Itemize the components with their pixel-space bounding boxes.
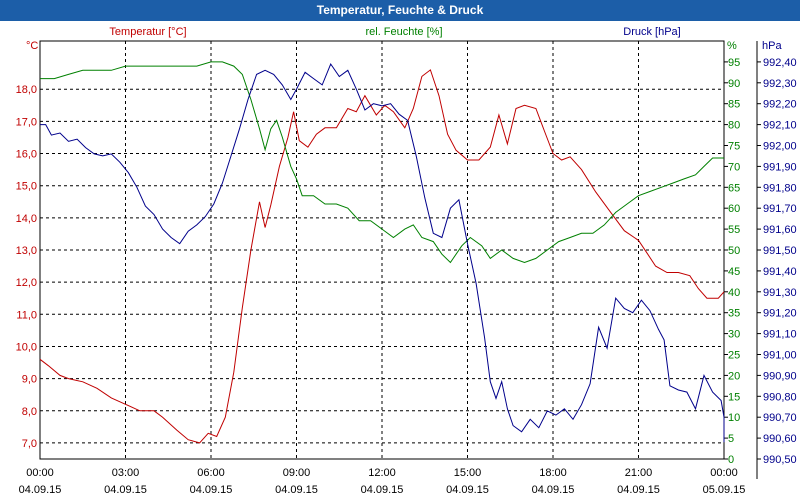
x-tick-time: 15:00 <box>454 467 482 479</box>
hum-tick-label: 30 <box>728 329 740 341</box>
temp-tick-label: 12,0 <box>16 277 37 289</box>
press-tick-label: 990,70 <box>763 412 797 424</box>
hum-tick-label: 0 <box>728 454 734 466</box>
x-tick-date: 04.09.15 <box>446 484 489 496</box>
x-tick-time: 00:00 <box>710 467 738 479</box>
temp-tick-label: 13,0 <box>16 245 37 257</box>
press-tick-label: 992,00 <box>763 141 797 153</box>
hum-tick-label: 20 <box>728 370 740 382</box>
hum-tick-label: 5 <box>728 433 734 445</box>
x-tick-date: 04.09.15 <box>104 484 147 496</box>
x-tick-time: 00:00 <box>26 467 54 479</box>
hum-tick-label: 15 <box>728 391 740 403</box>
press-tick-label: 991,90 <box>763 161 797 173</box>
press-tick-label: 991,30 <box>763 287 797 299</box>
x-tick-date: 04.09.15 <box>532 484 575 496</box>
x-tick-date: 04.09.15 <box>190 484 233 496</box>
x-tick-date: 04.09.15 <box>275 484 318 496</box>
hum-tick-label: 50 <box>728 245 740 257</box>
temp-tick-label: 8,0 <box>22 406 37 418</box>
hum-tick-label: 40 <box>728 287 740 299</box>
hum-tick-label: 70 <box>728 161 740 173</box>
press-tick-label: 991,10 <box>763 329 797 341</box>
temp-tick-label: 14,0 <box>16 213 37 225</box>
press-tick-label: 991,60 <box>763 224 797 236</box>
hum-tick-label: 10 <box>728 412 740 424</box>
hum-tick-label: 35 <box>728 308 740 320</box>
temp-tick-label: 17,0 <box>16 116 37 128</box>
hum-tick-label: 90 <box>728 78 740 90</box>
x-tick-date: 05.09.15 <box>703 484 746 496</box>
temp-tick-label: 18,0 <box>16 84 37 96</box>
press-tick-label: 991,70 <box>763 203 797 215</box>
window-title: Temperatur, Feuchte & Druck <box>0 0 800 21</box>
press-tick-label: 990,80 <box>763 391 797 403</box>
temp-tick-label: 10,0 <box>16 341 37 353</box>
temp-tick-label: 11,0 <box>16 309 37 321</box>
x-tick-time: 12:00 <box>368 467 396 479</box>
press-tick-label: 991,40 <box>763 266 797 278</box>
x-tick-time: 18:00 <box>539 467 567 479</box>
press-tick-label: 990,60 <box>763 433 797 445</box>
hum-tick-label: 85 <box>728 99 740 111</box>
hum-tick-label: 60 <box>728 203 740 215</box>
press-tick-label: 991,20 <box>763 308 797 320</box>
hum-tick-label: 55 <box>728 224 740 236</box>
hum-unit: % <box>727 40 737 52</box>
press-axis-label: Druck [hPa] <box>623 26 680 38</box>
temp-tick-label: 15,0 <box>16 181 37 193</box>
press-tick-label: 992,40 <box>763 57 797 69</box>
hum-tick-label: 25 <box>728 350 740 362</box>
hum-axis-label: rel. Feuchte [%] <box>365 26 442 38</box>
press-tick-label: 990,50 <box>763 454 797 466</box>
press-tick-label: 991,50 <box>763 245 797 257</box>
temp-unit: °C <box>26 40 38 52</box>
chart: Temperatur [°C] rel. Feuchte [%] Druck [… <box>16 26 797 496</box>
press-tick-label: 992,20 <box>763 99 797 111</box>
temp-axis-label: Temperatur [°C] <box>109 26 186 38</box>
hum-tick-label: 75 <box>728 141 740 153</box>
x-tick-date: 04.09.15 <box>617 484 660 496</box>
hum-tick-label: 95 <box>728 57 740 69</box>
press-tick-label: 991,80 <box>763 182 797 194</box>
hum-tick-label: 80 <box>728 120 740 132</box>
x-tick-date: 04.09.15 <box>19 484 62 496</box>
press-tick-label: 992,30 <box>763 78 797 90</box>
press-tick-label: 992,10 <box>763 120 797 132</box>
x-tick-time: 09:00 <box>283 467 311 479</box>
hum-tick-label: 65 <box>728 182 740 194</box>
temp-tick-label: 9,0 <box>22 374 37 386</box>
press-tick-label: 990,90 <box>763 370 797 382</box>
press-unit: hPa <box>762 40 782 52</box>
x-tick-date: 04.09.15 <box>361 484 404 496</box>
hum-tick-label: 45 <box>728 266 740 278</box>
temp-tick-label: 16,0 <box>16 149 37 161</box>
press-tick-label: 991,00 <box>763 350 797 362</box>
temp-tick-label: 7,0 <box>22 438 37 450</box>
x-tick-time: 06:00 <box>197 467 225 479</box>
x-tick-time: 21:00 <box>625 467 653 479</box>
x-tick-time: 03:00 <box>112 467 140 479</box>
